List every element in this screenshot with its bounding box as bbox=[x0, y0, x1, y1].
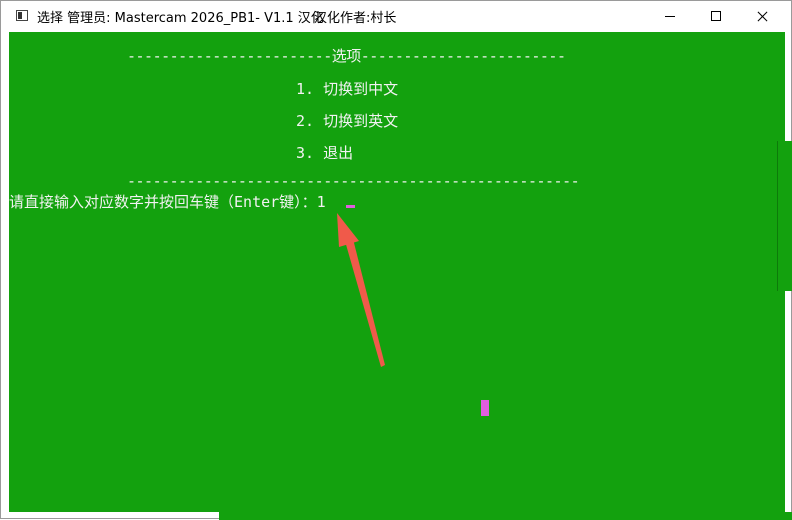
console-app-icon[interactable] bbox=[16, 10, 28, 21]
input-prompt[interactable]: 请直接输入对应数字并按回车键（Enter键）：1 bbox=[9, 191, 326, 212]
menu-footer: ----------------------------------------… bbox=[127, 172, 580, 190]
background-window bbox=[777, 141, 792, 291]
title-bar[interactable]: 选择 管理员: Mastercam 2026_PB1- V1.1 汉化 汉化作者… bbox=[1, 1, 791, 31]
option-chinese: 1. 切换到中文 bbox=[296, 80, 399, 98]
maximize-button[interactable] bbox=[693, 1, 739, 31]
option-english: 2. 切换到英文 bbox=[296, 112, 399, 130]
minimize-button[interactable] bbox=[647, 1, 693, 31]
console-output[interactable]: ------------------------选项--------------… bbox=[9, 32, 785, 512]
menu-header: ------------------------选项--------------… bbox=[127, 47, 566, 65]
mouse-cursor bbox=[481, 400, 489, 416]
window-author: 汉化作者:村长 bbox=[314, 11, 397, 26]
close-button[interactable] bbox=[739, 1, 785, 31]
text-cursor bbox=[346, 205, 355, 208]
console-window: 选择 管理员: Mastercam 2026_PB1- V1.1 汉化 汉化作者… bbox=[0, 0, 792, 520]
option-exit: 3. 退出 bbox=[296, 144, 354, 162]
window-title: 选择 管理员: Mastercam 2026_PB1- V1.1 汉化 bbox=[37, 11, 324, 26]
